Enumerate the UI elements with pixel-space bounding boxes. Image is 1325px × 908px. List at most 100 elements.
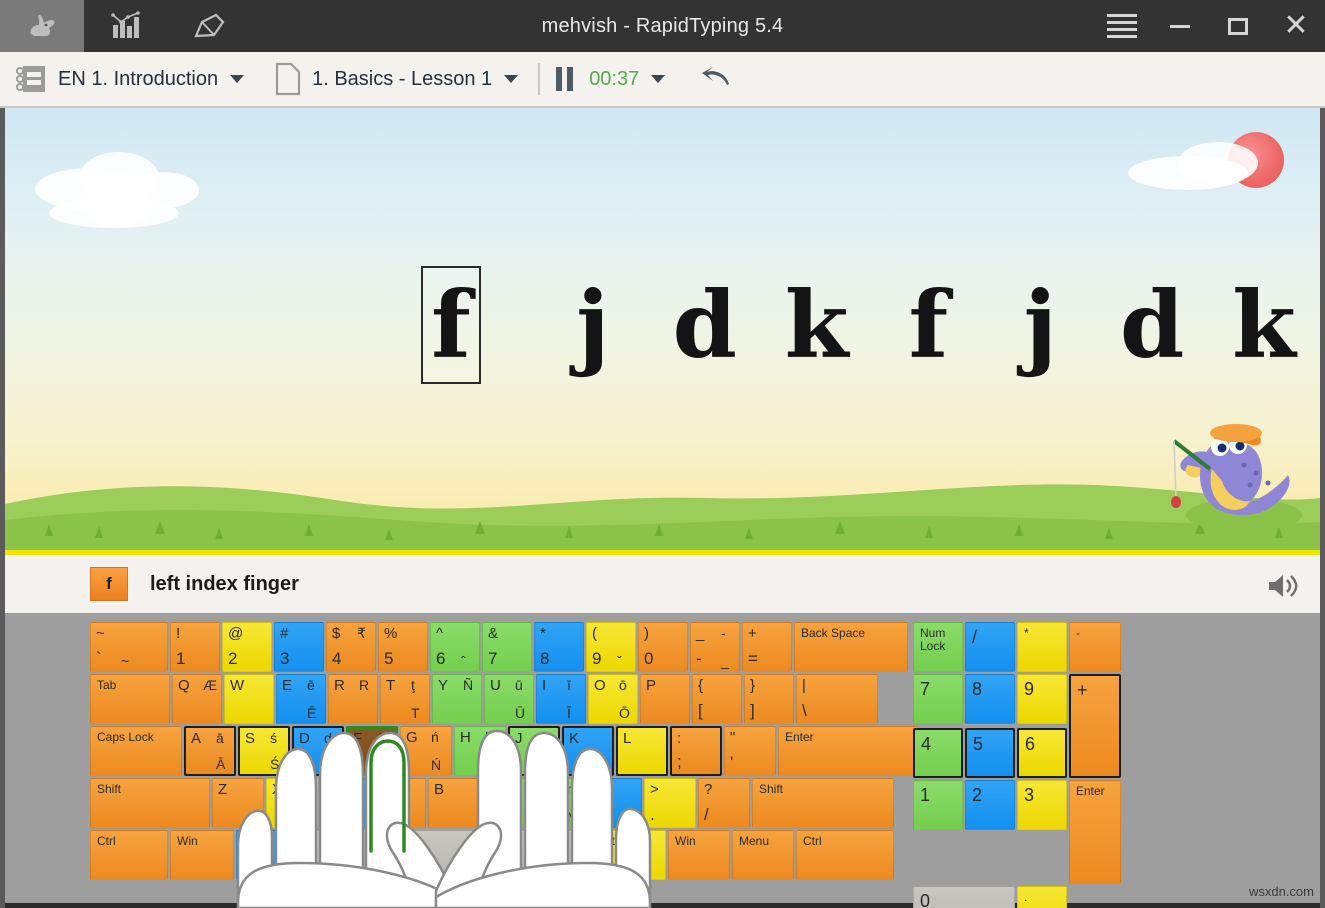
key-*[interactable]: *8 bbox=[534, 622, 584, 672]
key-o[interactable]: OōŌ bbox=[588, 674, 638, 724]
key-?[interactable]: ?/ bbox=[698, 778, 750, 828]
course-chevron-down-icon[interactable] bbox=[230, 75, 244, 83]
key-a[interactable]: AāĀ bbox=[184, 726, 236, 776]
key-win[interactable]: Win bbox=[668, 830, 730, 880]
key-j[interactable]: J bbox=[508, 726, 560, 776]
lesson-selector-label[interactable]: 1. Basics - Lesson 1 bbox=[312, 68, 492, 91]
pause-button[interactable] bbox=[556, 67, 573, 91]
key-#[interactable]: #3 bbox=[274, 622, 324, 672]
lesson-chevron-down-icon[interactable] bbox=[504, 75, 518, 83]
key-k[interactable]: K bbox=[562, 726, 614, 776]
key-ctrl[interactable]: Ctrl bbox=[796, 830, 894, 880]
key-([interactable]: (9ˇ bbox=[586, 622, 636, 672]
key-*[interactable]: * bbox=[1017, 622, 1067, 672]
key-v[interactable]: V bbox=[374, 778, 426, 828]
key-4[interactable]: 4 bbox=[913, 728, 963, 778]
key-~[interactable]: ~`~ bbox=[90, 622, 168, 672]
key-win[interactable]: Win bbox=[170, 830, 234, 880]
key-n[interactable]: NṇṆ bbox=[482, 778, 534, 828]
key-e[interactable]: EēĒ bbox=[276, 674, 326, 724]
key--[interactable]: - bbox=[1069, 622, 1121, 672]
key-key[interactable] bbox=[302, 830, 592, 880]
key-w[interactable]: W bbox=[224, 674, 274, 724]
key-legend: 6 bbox=[436, 649, 445, 669]
key-0[interactable]: 0 bbox=[913, 886, 1015, 908]
key-m[interactable]: MṁṀ bbox=[536, 778, 588, 828]
key-f[interactable]: Ff bbox=[346, 726, 398, 776]
key-enter[interactable]: Enter bbox=[778, 726, 918, 776]
key-g[interactable]: GńŃ bbox=[400, 726, 452, 776]
key-:[interactable]: :; bbox=[670, 726, 722, 776]
restart-button[interactable] bbox=[699, 64, 733, 95]
key-legend: / bbox=[704, 805, 709, 825]
key-menu[interactable]: Menu bbox=[732, 830, 794, 880]
timer-chevron-down-icon[interactable] bbox=[651, 75, 665, 83]
key-legend: ṇ bbox=[513, 781, 521, 797]
key-legend: 5 bbox=[973, 734, 983, 755]
key-ctrl[interactable]: Ctrl bbox=[90, 830, 168, 880]
statistics-tab[interactable] bbox=[84, 0, 168, 52]
key->[interactable]: >. bbox=[644, 778, 696, 828]
key-y[interactable]: YÑ bbox=[432, 674, 482, 724]
key-num[interactable]: NumLock bbox=[913, 622, 963, 672]
key-legend: V bbox=[380, 781, 390, 798]
key-alt[interactable]: Alt bbox=[236, 830, 300, 880]
key-x[interactable]: Xśṣ bbox=[266, 778, 318, 828]
key-u[interactable]: UūŪ bbox=[484, 674, 534, 724]
key-+[interactable]: + bbox=[1069, 674, 1121, 778]
key-shift[interactable]: Shift bbox=[752, 778, 894, 828]
editor-tab[interactable] bbox=[168, 0, 252, 52]
key-back-space[interactable]: Back Space bbox=[794, 622, 908, 672]
key-"[interactable]: "' bbox=[724, 726, 776, 776]
minimize-button[interactable] bbox=[1151, 0, 1209, 52]
key-b[interactable]: B bbox=[428, 778, 480, 828]
key-caps-lock[interactable]: Caps Lock bbox=[90, 726, 182, 776]
hamburger-menu-button[interactable] bbox=[1093, 0, 1151, 52]
key-&[interactable]: &7 bbox=[482, 622, 532, 672]
watermark-label: wsxdn.com bbox=[1249, 884, 1314, 899]
typing-tutor-tab[interactable] bbox=[0, 0, 84, 52]
key-<[interactable]: <, bbox=[590, 778, 642, 828]
key-+[interactable]: += bbox=[742, 622, 792, 672]
key-altgr[interactable]: AltGr bbox=[594, 830, 666, 880]
key-![interactable]: !1 bbox=[170, 622, 220, 672]
key-6[interactable]: 6 bbox=[1017, 728, 1067, 778]
key-legend: N bbox=[488, 781, 499, 798]
key-p[interactable]: P bbox=[640, 674, 690, 724]
key-^[interactable]: ^6ˆ bbox=[430, 622, 480, 672]
key-8[interactable]: 8 bbox=[965, 674, 1015, 724]
key-)[interactable]: )0 bbox=[638, 622, 688, 672]
key-%[interactable]: %5 bbox=[378, 622, 428, 672]
key-5[interactable]: 5 bbox=[965, 728, 1015, 778]
key-h[interactable]: HḥḤ bbox=[454, 726, 506, 776]
key-shift[interactable]: Shift bbox=[90, 778, 210, 828]
course-selector-label[interactable]: EN 1. Introduction bbox=[58, 68, 218, 91]
key-2[interactable]: 2 bbox=[965, 780, 1015, 830]
key-9[interactable]: 9 bbox=[1017, 674, 1067, 724]
close-button[interactable]: ✕ bbox=[1267, 0, 1325, 52]
key-i[interactable]: IīĪ bbox=[536, 674, 586, 724]
key-r[interactable]: RR bbox=[328, 674, 378, 724]
sound-toggle-button[interactable] bbox=[1266, 571, 1300, 606]
maximize-button[interactable] bbox=[1209, 0, 1267, 52]
key-1[interactable]: 1 bbox=[913, 780, 963, 830]
key-d[interactable]: DdD bbox=[292, 726, 344, 776]
key-$[interactable]: $₹4 bbox=[326, 622, 376, 672]
key-tab[interactable]: Tab bbox=[90, 674, 170, 724]
key-_[interactable]: _--_ bbox=[690, 622, 740, 672]
key-/[interactable]: / bbox=[965, 622, 1015, 672]
key-@[interactable]: @2 bbox=[222, 622, 272, 672]
key-t[interactable]: TţT bbox=[380, 674, 430, 724]
key-7[interactable]: 7 bbox=[913, 674, 963, 724]
key-}[interactable]: }] bbox=[744, 674, 794, 724]
key-|[interactable]: |\ bbox=[796, 674, 878, 724]
key-enter[interactable]: Enter bbox=[1069, 780, 1121, 884]
key-l[interactable]: L bbox=[616, 726, 668, 776]
key-q[interactable]: QÆ bbox=[172, 674, 222, 724]
key-3[interactable]: 3 bbox=[1017, 780, 1067, 830]
key-.[interactable]: . bbox=[1017, 886, 1067, 908]
key-s[interactable]: SśŚ bbox=[238, 726, 290, 776]
key-{[interactable]: {[ bbox=[692, 674, 742, 724]
key-z[interactable]: Z bbox=[212, 778, 264, 828]
key-c[interactable]: Cč bbox=[320, 778, 372, 828]
